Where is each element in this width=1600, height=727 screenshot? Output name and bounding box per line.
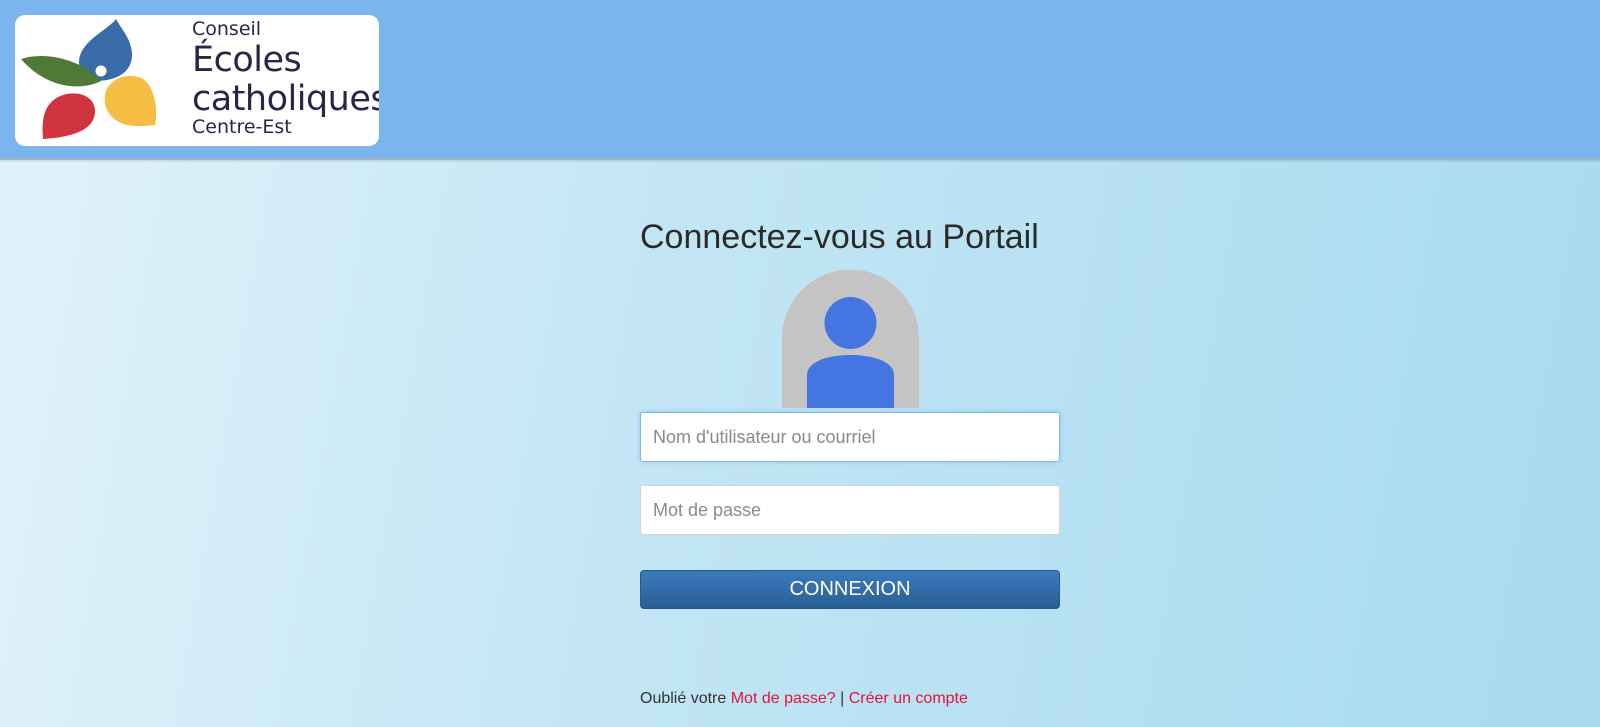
logo-text: Conseil Écoles catholiques Centre-Est: [192, 19, 379, 137]
logo-line-conseil: Conseil: [192, 18, 262, 40]
footer-links: Oublié votre Mot de passe? | Créer un co…: [640, 690, 1060, 708]
create-account-link[interactable]: Créer un compte: [849, 690, 968, 707]
forgot-prefix: Oublié votre: [640, 690, 727, 707]
password-input[interactable]: [640, 485, 1060, 535]
link-separator: |: [840, 690, 845, 707]
logo[interactable]: Conseil Écoles catholiques Centre-Est: [15, 15, 379, 146]
connexion-button[interactable]: CONNEXION: [640, 570, 1060, 609]
logo-line-catholiques: catholiques: [192, 79, 379, 119]
user-icon: [782, 270, 919, 408]
logo-petals-icon: [21, 19, 157, 139]
logo-line-ecoles: Écoles: [192, 40, 302, 80]
page-title: Connectez-vous au Portail: [640, 218, 1039, 256]
forgot-password-link[interactable]: Mot de passe?: [731, 690, 836, 707]
header-bar: Conseil Écoles catholiques Centre-Est: [0, 0, 1600, 160]
logo-line-centre-est: Centre-Est: [192, 116, 292, 138]
username-input[interactable]: [640, 412, 1060, 462]
